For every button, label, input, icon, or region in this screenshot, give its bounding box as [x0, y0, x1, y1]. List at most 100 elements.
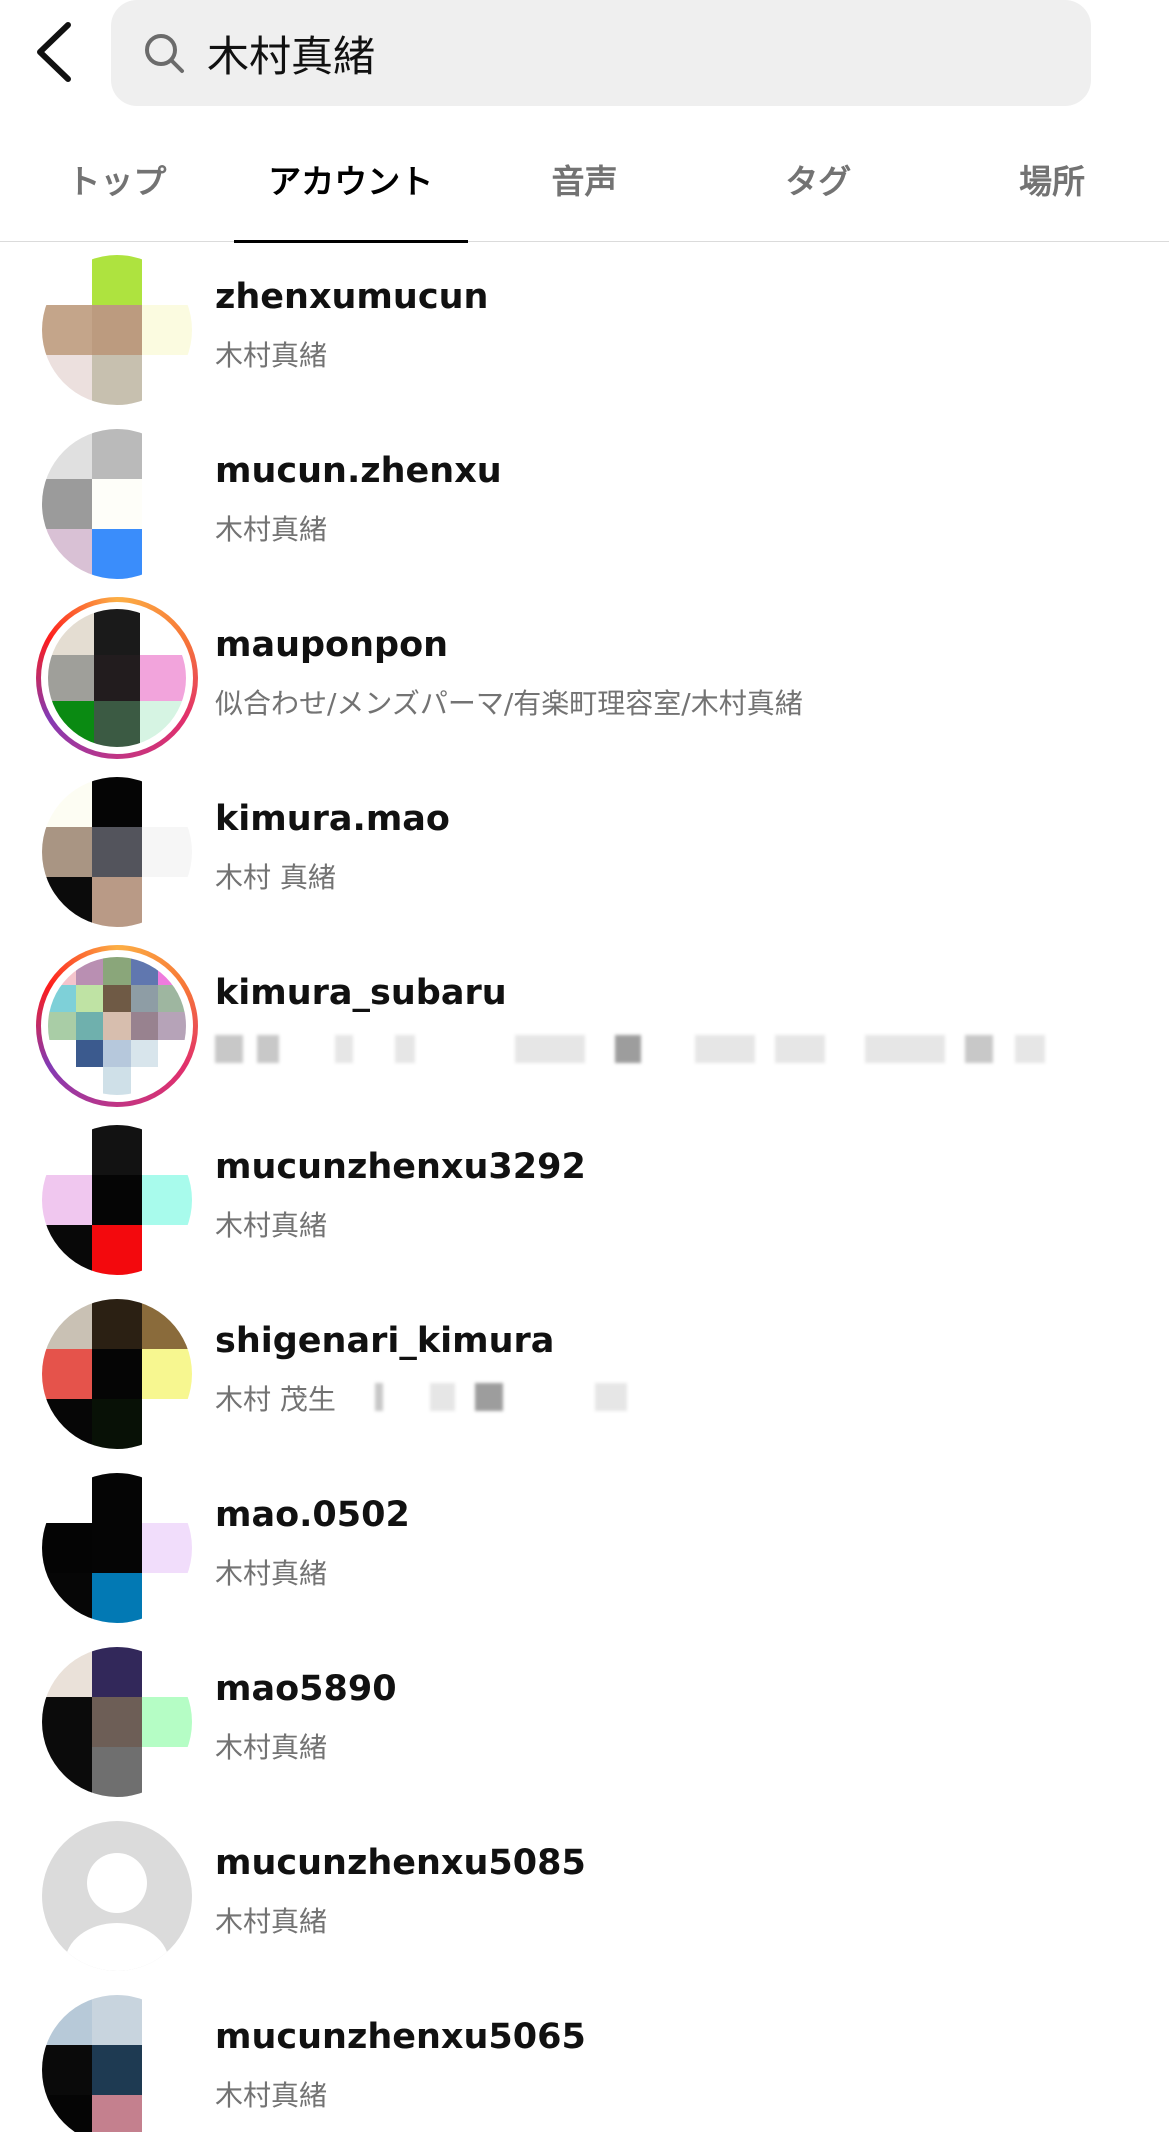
search-icon — [141, 30, 187, 76]
account-result-row[interactable]: shigenari_kimura 木村 茂生 — [0, 1287, 1169, 1461]
redaction-block — [215, 1035, 243, 1063]
result-fullname: 木村真緒 — [215, 339, 328, 372]
avatar-image — [42, 1299, 192, 1449]
avatar-pixel — [130, 1012, 159, 1040]
avatar-pixel — [142, 2045, 192, 2095]
avatar-pixel — [42, 1523, 92, 1573]
avatar-pixel — [48, 655, 94, 701]
tab-tags[interactable]: タグ — [701, 122, 935, 242]
avatar-pixel — [42, 355, 92, 405]
avatar-pixel — [142, 1697, 192, 1747]
avatar-pixel — [92, 429, 142, 479]
avatar-pixel — [42, 529, 92, 579]
avatar-pixel — [94, 655, 140, 701]
redaction-block — [475, 1383, 503, 1411]
avatar[interactable] — [36, 771, 198, 933]
result-username: mucunzhenxu5065 — [215, 2017, 586, 2057]
redaction-block — [430, 1383, 455, 1411]
avatar-pixel — [142, 1747, 192, 1797]
redaction-block — [335, 1035, 353, 1063]
avatar-pixel — [142, 1399, 192, 1449]
avatar[interactable] — [36, 597, 198, 759]
avatar-pixel — [75, 1039, 104, 1068]
avatar-pixel — [92, 355, 142, 405]
avatar-pixel — [103, 957, 131, 985]
avatar-pixel — [142, 777, 192, 827]
tab-accounts[interactable]: アカウント — [233, 122, 468, 243]
redaction-block — [595, 1383, 627, 1411]
avatar-pixel — [92, 1573, 142, 1623]
result-username: mucunzhenxu3292 — [215, 1147, 586, 1187]
avatar[interactable] — [36, 1815, 198, 1977]
result-username: mucun.zhenxu — [215, 451, 502, 491]
avatar-pixel — [92, 1523, 142, 1573]
avatar-pixel — [42, 1349, 92, 1399]
redaction-block — [1015, 1035, 1045, 1063]
avatar-pixel — [92, 1697, 142, 1747]
search-input[interactable] — [207, 20, 1067, 86]
avatar-pixel — [142, 479, 192, 529]
avatar-image — [42, 1473, 192, 1623]
avatar-pixel — [42, 1473, 92, 1523]
avatar[interactable] — [36, 1119, 198, 1281]
result-fullname: 木村真緒 — [215, 2079, 328, 2112]
avatar-pixel — [94, 701, 140, 747]
redaction-block — [615, 1035, 641, 1063]
avatar-pixel — [142, 1473, 192, 1523]
account-result-row[interactable]: zhenxumucun 木村真緒 — [0, 243, 1169, 417]
avatar-image — [42, 255, 192, 405]
back-button[interactable] — [22, 14, 86, 90]
tab-top[interactable]: トップ — [0, 122, 234, 242]
account-result-row[interactable]: mauponpon 似合わせ/メンズパーマ/有楽町理容室/木村真緒 — [0, 591, 1169, 765]
avatar-image — [48, 957, 186, 1095]
tab-audio[interactable]: 音声 — [468, 122, 702, 242]
avatar-pixel — [42, 777, 92, 827]
redaction-block — [775, 1035, 825, 1063]
avatar-image — [42, 429, 192, 579]
result-username: kimura_subaru — [215, 973, 507, 1013]
account-result-row[interactable]: mucunzhenxu5065 木村真緒 — [0, 1983, 1169, 2132]
account-results-list: zhenxumucun 木村真緒 mucun.zhenxu 木村真緒 mauponpon… — [0, 243, 1169, 2132]
avatar[interactable] — [36, 423, 198, 585]
avatar-pixel — [42, 255, 92, 305]
top-bar — [0, 0, 1169, 122]
account-result-row[interactable]: mucunzhenxu3292 木村真緒 — [0, 1113, 1169, 1287]
redaction-block — [395, 1035, 415, 1063]
avatar-pixel — [42, 827, 92, 877]
avatar-pixel — [92, 255, 142, 305]
redaction-block — [695, 1035, 755, 1063]
avatar-pixel — [142, 827, 192, 877]
avatar[interactable] — [36, 1467, 198, 1629]
result-fullname: 木村真緒 — [215, 1731, 328, 1764]
avatar-pixel — [142, 877, 192, 927]
avatar-pixel — [92, 2045, 142, 2095]
avatar-pixel — [92, 1225, 142, 1275]
account-result-row[interactable]: mao.0502 木村真緒 — [0, 1461, 1169, 1635]
result-username: mao.0502 — [215, 1495, 410, 1535]
avatar-pixel — [92, 1747, 142, 1797]
redaction-block — [257, 1035, 279, 1063]
avatar-pixel — [42, 1299, 92, 1349]
avatar-pixel — [42, 1995, 92, 2045]
result-username: mucunzhenxu5085 — [215, 1843, 586, 1883]
avatar[interactable] — [36, 1989, 198, 2132]
account-result-row[interactable]: kimura_subaru — [0, 939, 1169, 1113]
account-result-row[interactable]: mucunzhenxu5085 木村真緒 — [0, 1809, 1169, 1983]
avatar-image — [48, 609, 186, 747]
avatar[interactable] — [36, 945, 198, 1107]
avatar[interactable] — [36, 1641, 198, 1803]
avatar[interactable] — [36, 1293, 198, 1455]
avatar-pixel — [42, 2095, 92, 2132]
redacted-bio — [215, 1383, 1065, 1413]
avatar-pixel — [42, 1573, 92, 1623]
redaction-block — [965, 1035, 993, 1063]
account-result-row[interactable]: kimura.mao 木村 真緒 — [0, 765, 1169, 939]
avatar-pixel — [92, 1349, 142, 1399]
search-box[interactable] — [111, 0, 1091, 106]
tab-places[interactable]: 場所 — [935, 122, 1169, 242]
account-result-row[interactable]: mucun.zhenxu 木村真緒 — [0, 417, 1169, 591]
avatar[interactable] — [36, 249, 198, 411]
account-result-row[interactable]: mao5890 木村真緒 — [0, 1635, 1169, 1809]
avatar-pixel — [140, 655, 186, 701]
result-fullname: 木村真緒 — [215, 1557, 328, 1590]
